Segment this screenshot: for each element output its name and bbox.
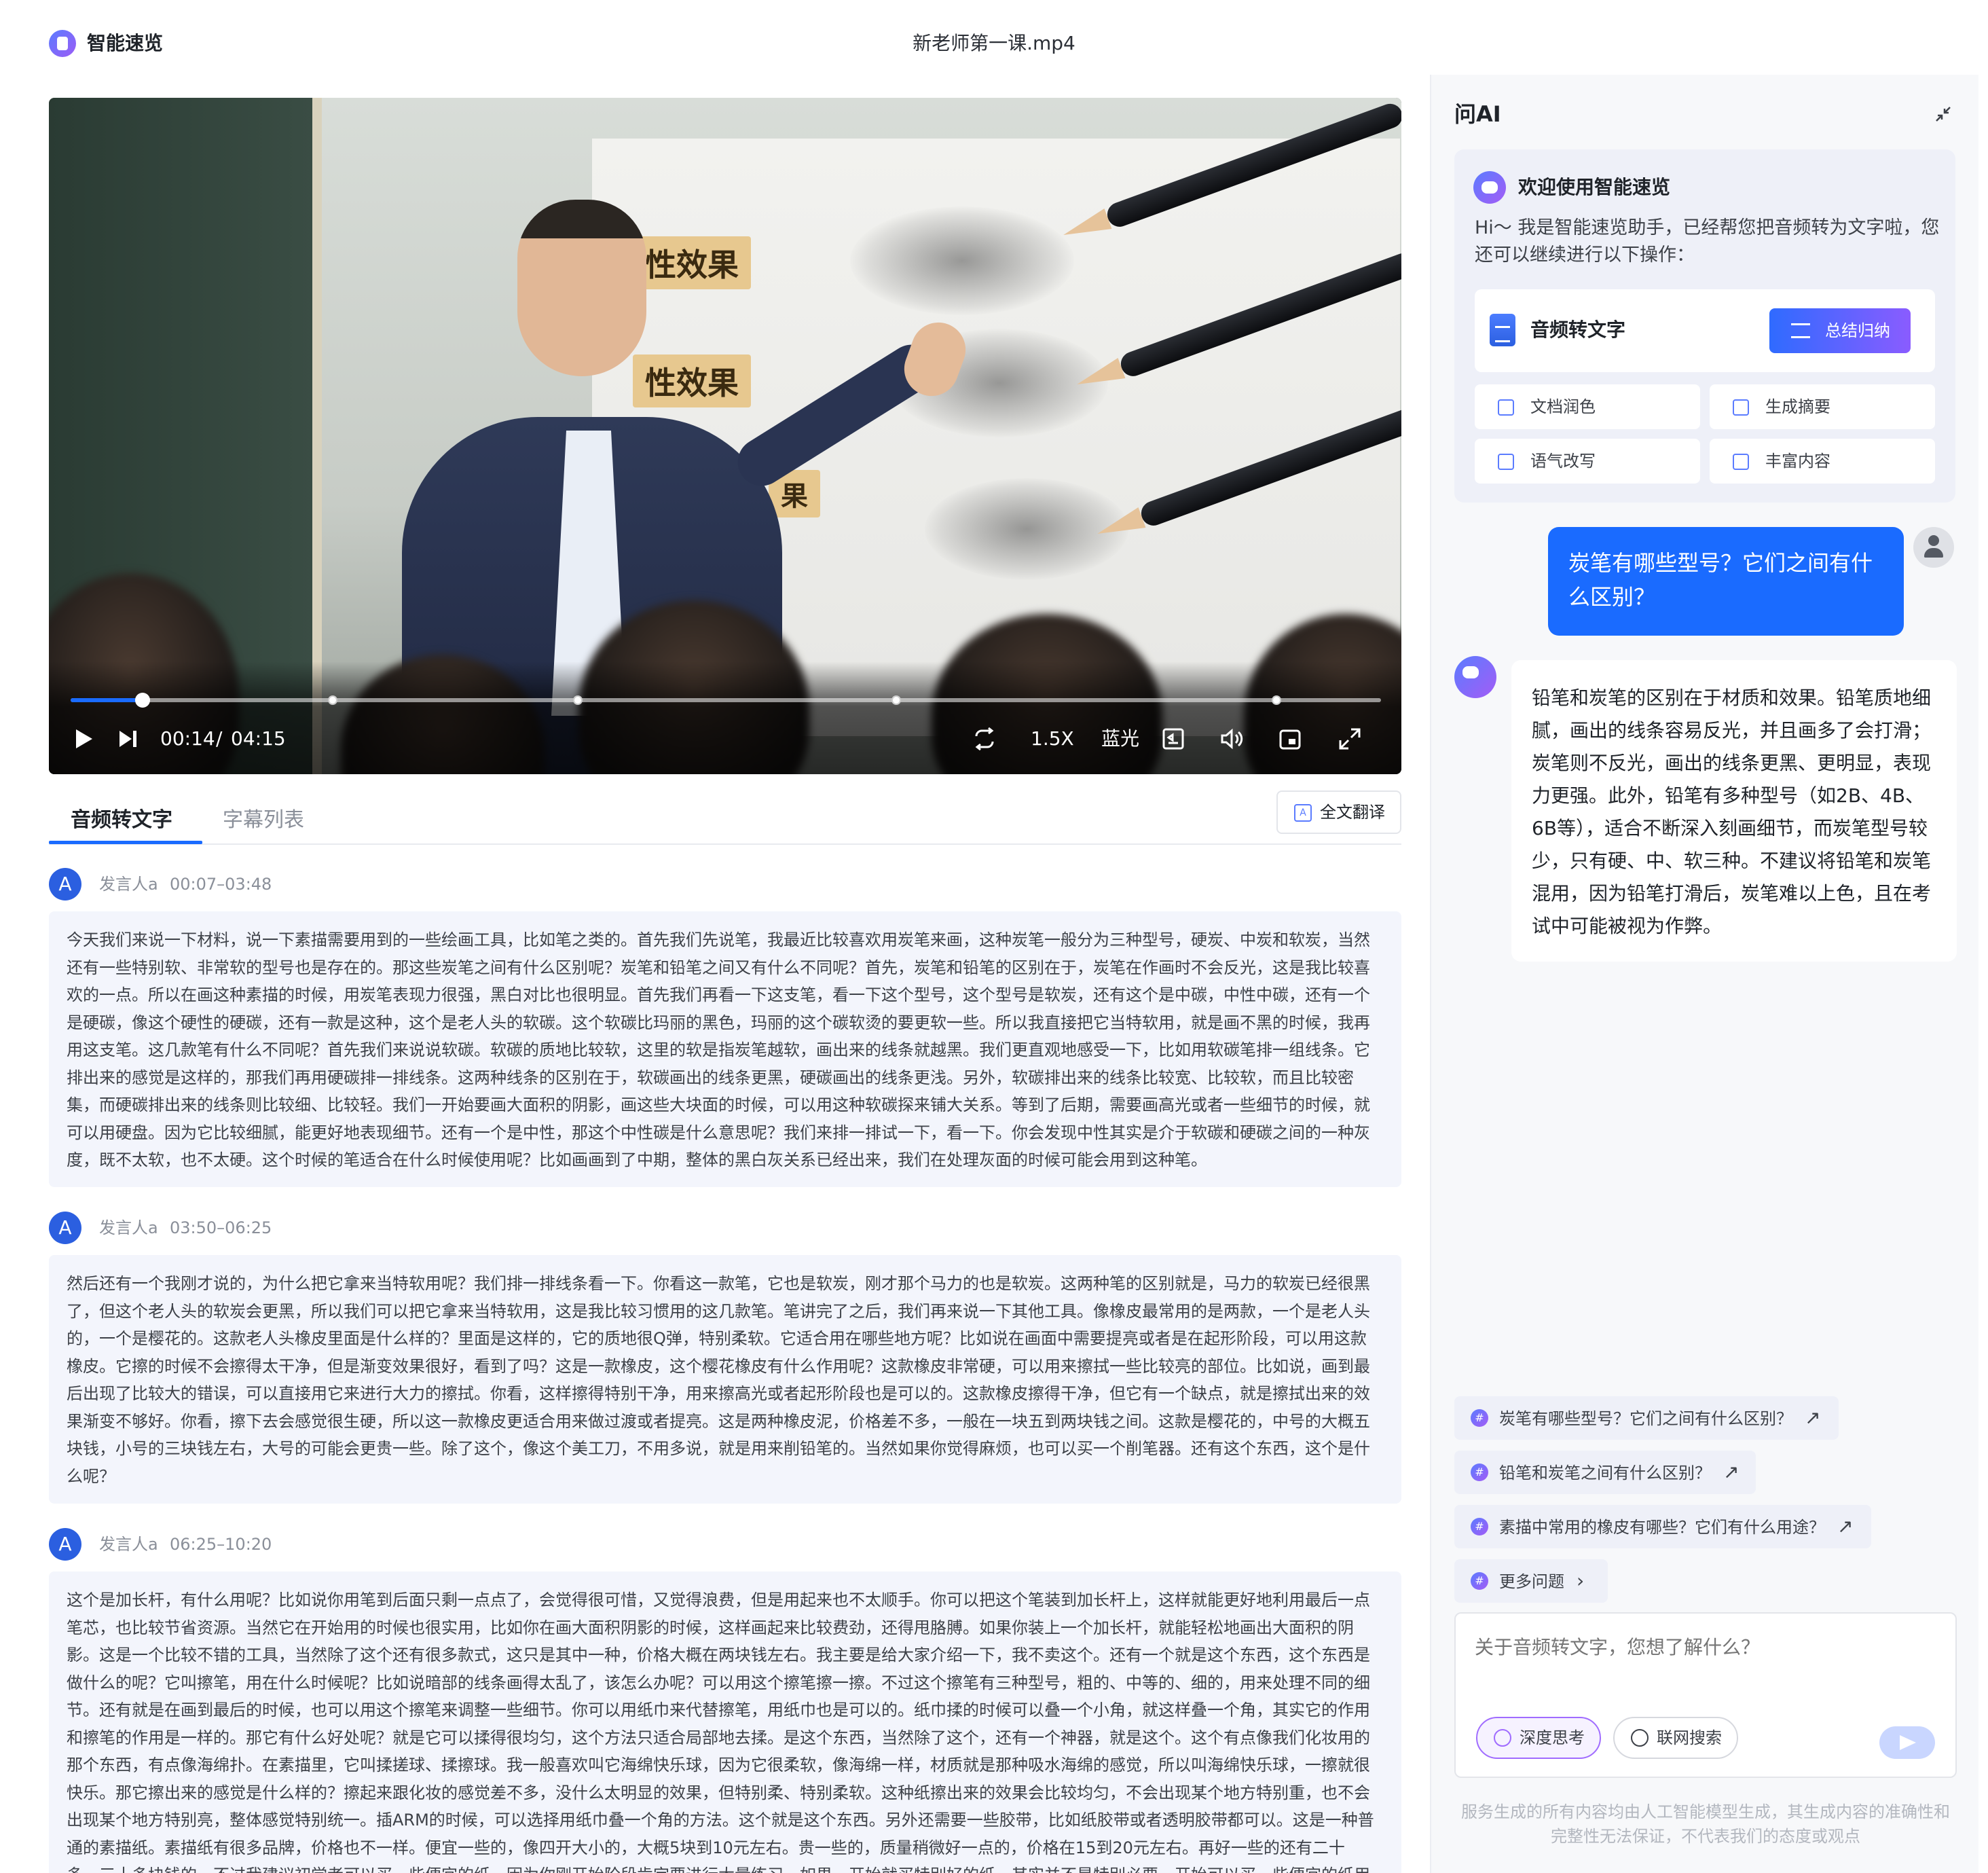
send-icon[interactable]	[1879, 1726, 1935, 1759]
video-controls	[49, 661, 1401, 774]
summarize-icon	[1791, 323, 1810, 338]
video-player[interactable]: 性效果 性效果 果 00:14 / 04:15 1.5X 蓝光	[49, 98, 1401, 774]
enrich-icon	[1733, 454, 1749, 470]
top-bar: 智能速览 新老师第一课.mp4	[0, 0, 1988, 87]
speaker-name: 发言人a	[99, 875, 158, 894]
chip-label: 丰富内容	[1765, 452, 1830, 471]
chip-label: 文档润色	[1530, 397, 1596, 416]
suggested-question[interactable]: # 铅笔和炭笔之间有什么区别？ ↗	[1454, 1451, 1756, 1494]
speaker-name: 发言人a	[99, 1218, 158, 1237]
chip-label: 语气改写	[1530, 452, 1596, 471]
fullscreen-icon[interactable]	[1336, 725, 1363, 752]
more-questions-button[interactable]: # 更多问题 ›	[1454, 1559, 1608, 1603]
progress-handle[interactable]	[135, 693, 151, 708]
ai-answer: 铅笔和炭笔的区别在于材质和效果。铅笔质地细腻，画出的线条容易反光，并且画多了会打…	[1511, 660, 1957, 962]
current-time: 00:14	[160, 727, 215, 750]
progress-fill	[71, 698, 143, 702]
speaker-avatar: A	[49, 868, 81, 901]
chapter-marker[interactable]	[891, 695, 901, 705]
bot-avatar-icon	[1473, 171, 1506, 204]
summarize-label: 总结归纳	[1825, 321, 1890, 340]
tab-divider	[49, 843, 1401, 845]
active-tab-indicator	[49, 841, 202, 844]
transcript-paragraph: 然后还有一个我刚才说的，为什么把它拿来当特软用呢？我们排一排线条看一下。你看这一…	[49, 1255, 1401, 1504]
welcome-text: Hi～ 我是智能速览助手，已经帮您把音频转为文字啦，您还可以继续进行以下操作：	[1475, 217, 1940, 266]
deep-think-toggle[interactable]: 深度思考	[1476, 1717, 1601, 1759]
feature-label: 音频转文字	[1530, 319, 1626, 341]
user-message: 炭笔有哪些型号？它们之间有什么区别？	[1548, 527, 1904, 636]
loop-icon[interactable]	[971, 725, 998, 752]
volume-icon[interactable]	[1218, 725, 1245, 752]
segment-time[interactable]: 06:25–10:20	[170, 1528, 272, 1561]
collapse-icon[interactable]	[1932, 103, 1954, 125]
chapter-marker[interactable]	[1271, 695, 1281, 705]
arrow-up-right-icon: ↗	[1805, 1406, 1821, 1429]
welcome-title: 欢迎使用智能速览	[1518, 176, 1671, 198]
enrich-content-button[interactable]: 丰富内容	[1710, 439, 1935, 484]
web-search-toggle[interactable]: 联网搜索	[1613, 1717, 1738, 1759]
suggested-question-label: 素描中常用的橡皮有哪些？它们有什么用途？	[1499, 1518, 1825, 1537]
deep-think-label: 深度思考	[1520, 1728, 1585, 1747]
quality-button[interactable]: 蓝光	[1101, 725, 1139, 752]
progress-track[interactable]	[71, 698, 1381, 702]
translate-all-label: 全文翻译	[1320, 803, 1385, 822]
speaker-avatar: A	[49, 1212, 81, 1244]
translate-all-button[interactable]: A 全文翻译	[1276, 790, 1401, 834]
document-icon	[1490, 314, 1515, 346]
suggested-question-label: 铅笔和炭笔之间有什么区别？	[1499, 1463, 1711, 1483]
hash-icon: #	[1471, 1409, 1488, 1427]
poster-tag: 性效果	[633, 236, 751, 289]
subtitle-icon[interactable]	[1160, 725, 1187, 752]
atom-icon	[1494, 1729, 1511, 1747]
polish-document-button[interactable]: 文档润色	[1475, 384, 1700, 429]
generate-summary-button[interactable]: 生成摘要	[1710, 384, 1935, 429]
web-search-label: 联网搜索	[1657, 1728, 1722, 1747]
duration: 04:15	[231, 727, 286, 750]
hash-icon: #	[1471, 1518, 1488, 1535]
chapter-marker[interactable]	[328, 695, 337, 705]
polish-icon	[1498, 399, 1514, 416]
speaker-avatar: A	[49, 1528, 81, 1561]
translate-icon: A	[1294, 804, 1312, 822]
tab-audio-to-text[interactable]: 音频转文字	[71, 801, 172, 839]
ai-panel-title: 问AI	[1454, 101, 1501, 127]
segment-time[interactable]: 03:50–06:25	[170, 1212, 272, 1244]
list-icon	[1733, 399, 1749, 416]
file-title: 新老师第一课.mp4	[913, 32, 1075, 54]
segment-time[interactable]: 00:07–03:48	[170, 868, 272, 901]
teacher-head	[517, 200, 646, 376]
question-input[interactable]	[1475, 1633, 1923, 1662]
picture-in-picture-icon[interactable]	[1276, 725, 1304, 752]
speed-button[interactable]: 1.5X	[1031, 725, 1074, 752]
arrow-up-right-icon: ↗	[1837, 1515, 1854, 1538]
suggested-question-label: 炭笔有哪些型号？它们之间有什么区别？	[1499, 1409, 1792, 1428]
suggested-question[interactable]: # 素描中常用的橡皮有哪些？它们有什么用途？ ↗	[1454, 1505, 1871, 1548]
bot-avatar-icon	[1454, 656, 1496, 698]
rewrite-tone-button[interactable]: 语气改写	[1475, 439, 1700, 484]
more-questions-label: 更多问题	[1499, 1572, 1564, 1591]
disclaimer: 服务生成的所有内容均由人工智能模型生成，其生成内容的准确性和完整性无法保证，不代…	[1461, 1802, 1950, 1846]
user-avatar-icon	[1913, 527, 1954, 568]
sketch-stroke	[850, 206, 1074, 315]
globe-icon	[1631, 1729, 1649, 1747]
rewrite-icon	[1498, 454, 1514, 470]
transcript-paragraph: 这个是加长杆，有什么用呢？比如说你用笔到后面只剩一点点了，会觉得很可惜，又觉得浪…	[49, 1571, 1401, 1873]
transcript-paragraph: 今天我们来说一下材料，说一下素描需要用到的一些绘画工具，比如笔之类的。首先我们先…	[49, 911, 1401, 1187]
suggested-question[interactable]: # 炭笔有哪些型号？它们之间有什么区别？ ↗	[1454, 1396, 1839, 1440]
tab-subtitle-list[interactable]: 字幕列表	[223, 801, 304, 839]
summarize-button[interactable]: 总结归纳	[1769, 308, 1911, 353]
poster-tag: 性效果	[633, 354, 751, 407]
time-separator: /	[216, 727, 223, 750]
play-icon[interactable]	[69, 725, 96, 752]
chip-label: 生成摘要	[1765, 397, 1830, 416]
hash-icon: #	[1471, 1572, 1488, 1590]
chevron-right-icon: ›	[1577, 1569, 1585, 1592]
speaker-name: 发言人a	[99, 1535, 158, 1554]
hash-icon: #	[1471, 1463, 1488, 1481]
next-icon[interactable]	[114, 725, 141, 752]
arrow-up-right-icon: ↗	[1723, 1461, 1740, 1483]
chapter-marker[interactable]	[572, 695, 583, 705]
